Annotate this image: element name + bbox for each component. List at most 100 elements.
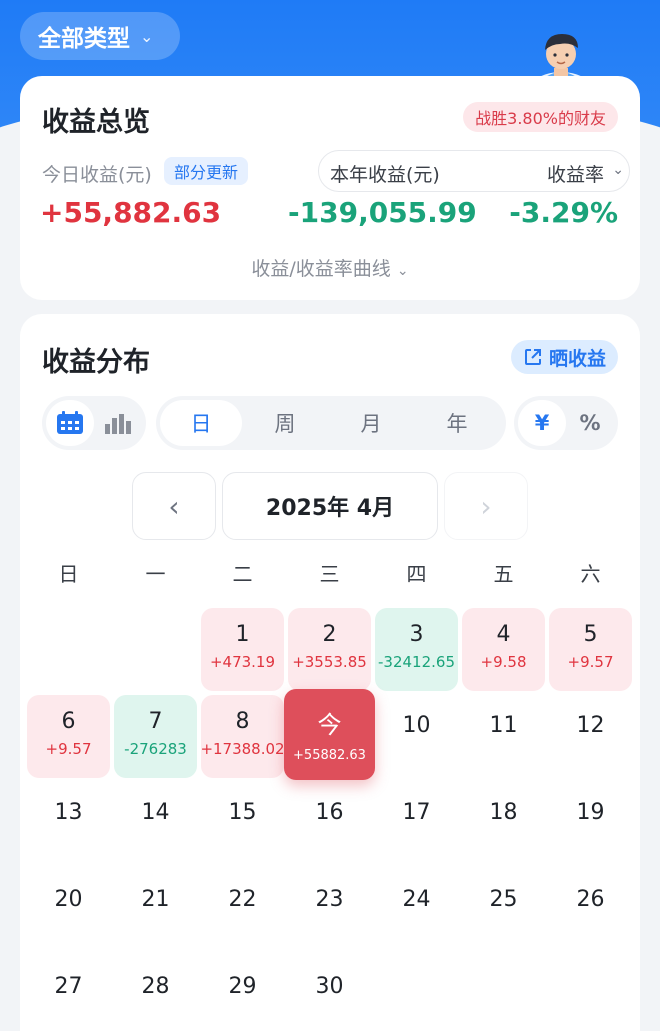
calendar-day[interactable]: 22 xyxy=(201,869,284,952)
bar-chart-view-option[interactable] xyxy=(94,400,142,446)
partial-update-tag[interactable]: 部分更新 xyxy=(164,157,249,185)
calendar-day-number: 1 xyxy=(235,622,250,647)
weekday-header: 日 一 二 三 四 五 六 xyxy=(25,558,635,588)
calendar-day[interactable]: 11 xyxy=(462,695,545,778)
calendar-day[interactable]: 2 +3553.85 xyxy=(288,608,371,691)
calendar-day[interactable]: 6 +9.57 xyxy=(27,695,110,778)
chevron-down-icon: ⌄ xyxy=(140,26,154,46)
month-label[interactable]: 2025年 4月 xyxy=(222,472,438,540)
calendar-day[interactable]: 10 xyxy=(375,695,458,778)
calendar-day-number: 27 xyxy=(54,974,83,999)
view-toggle xyxy=(42,396,146,450)
period-option-year[interactable]: 年 xyxy=(416,400,498,446)
weekday-label: 一 xyxy=(145,562,166,586)
calendar-day-value: +473.19 xyxy=(209,653,276,671)
calendar-day[interactable]: 13 xyxy=(27,782,110,865)
weekday-label: 三 xyxy=(319,562,340,586)
calendar-day[interactable]: 3 -32412.65 xyxy=(375,608,458,691)
calendar-day[interactable]: 26 xyxy=(549,869,632,952)
chevron-right-icon: › xyxy=(480,489,492,523)
chevron-down-icon[interactable]: ⌄ xyxy=(612,162,624,178)
calendar-day[interactable]: 30 xyxy=(288,956,371,1031)
type-select-label: 全部类型 xyxy=(38,26,130,52)
period-option-week[interactable]: 周 xyxy=(244,400,326,446)
calendar-day-number: 12 xyxy=(576,713,605,738)
calendar-day-value: +3553.85 xyxy=(292,653,367,671)
share-income-button[interactable]: 晒收益 xyxy=(510,340,618,374)
calendar-day[interactable]: 23 xyxy=(288,869,371,952)
calendar-day[interactable]: 19 xyxy=(549,782,632,865)
return-rate-value: -3.29% xyxy=(509,196,618,229)
calendar-day[interactable]: 27 xyxy=(27,956,110,1031)
year-income-label[interactable]: 本年收益(元) xyxy=(330,160,440,187)
calendar-day[interactable]: 15 xyxy=(201,782,284,865)
year-income-value: -139,055.99 xyxy=(288,196,477,229)
calendar-day-number: 19 xyxy=(576,800,605,825)
curve-link-label: 收益/收益率曲线 xyxy=(251,258,391,280)
calendar-day[interactable]: 18 xyxy=(462,782,545,865)
period-option-day[interactable]: 日 xyxy=(160,400,242,446)
weekday-label: 二 xyxy=(232,562,253,586)
calendar-day-number: 22 xyxy=(228,887,257,912)
calendar-day-number: 4 xyxy=(496,622,511,647)
calendar-day[interactable]: 20 xyxy=(27,869,110,952)
calendar-day-value: -276283 xyxy=(124,740,187,758)
calendar-day-value: +55882.63 xyxy=(293,748,366,763)
weekday-label: 五 xyxy=(493,562,514,586)
calendar-day-number: 21 xyxy=(141,887,170,912)
calendar-day[interactable]: 5 +9.57 xyxy=(549,608,632,691)
calendar-day[interactable]: 7 -276283 xyxy=(114,695,197,778)
weekday-label: 四 xyxy=(406,562,427,586)
calendar-day[interactable]: 4 +9.58 xyxy=(462,608,545,691)
unit-option-yuan[interactable]: ¥ xyxy=(518,400,566,446)
calendar-day[interactable]: 25 xyxy=(462,869,545,952)
calendar-day[interactable]: 29 xyxy=(201,956,284,1031)
calendar-day[interactable]: 8 +17388.02 xyxy=(200,695,285,778)
period-toggle: 日 周 月 年 xyxy=(156,396,506,450)
calendar-day[interactable]: 16 xyxy=(288,782,371,865)
calendar-view-option[interactable] xyxy=(46,400,94,446)
chevron-left-icon: ‹ xyxy=(168,489,180,523)
weekday-label: 日 xyxy=(58,562,79,586)
calendar-day[interactable]: 17 xyxy=(375,782,458,865)
share-label: 晒收益 xyxy=(548,347,606,370)
calendar-day-number: 18 xyxy=(489,800,518,825)
calendar-day-number: 24 xyxy=(402,887,431,912)
calendar-day-today[interactable]: 今 +55882.63 xyxy=(284,689,375,780)
overview-title: 收益总览 xyxy=(42,107,150,138)
calendar-day[interactable]: 24 xyxy=(375,869,458,952)
calendar-icon xyxy=(57,411,83,434)
next-month-button[interactable]: › xyxy=(444,472,528,540)
calendar-day-number: 30 xyxy=(315,974,344,999)
calendar-day-number: 3 xyxy=(409,622,424,647)
calendar-day-number: 2 xyxy=(322,622,337,647)
calendar-day-number: 23 xyxy=(315,887,344,912)
calendar-day-number: 8 xyxy=(235,709,250,734)
calendar-day[interactable]: 14 xyxy=(114,782,197,865)
calendar-day[interactable]: 1 +473.19 xyxy=(201,608,284,691)
unit-option-percent[interactable]: % xyxy=(566,400,614,446)
return-rate-label[interactable]: 收益率 xyxy=(547,160,604,187)
today-income-value: +55,882.63 xyxy=(40,196,222,229)
calendar-day-number: 7 xyxy=(148,709,163,734)
calendar-day-number: 25 xyxy=(489,887,518,912)
calendar-day-number: 26 xyxy=(576,887,605,912)
period-option-month[interactable]: 月 xyxy=(330,400,412,446)
share-icon xyxy=(524,349,541,365)
calendar-day[interactable]: 28 xyxy=(114,956,197,1031)
calendar-day-value: -32412.65 xyxy=(378,653,455,671)
calendar-day-number: 15 xyxy=(228,800,257,825)
curve-toggle-link[interactable]: 收益/收益率曲线 ⌄ xyxy=(20,254,640,281)
calendar-day-number: 16 xyxy=(315,800,344,825)
calendar-day-number: 17 xyxy=(402,800,431,825)
calendar-day-number: 29 xyxy=(228,974,257,999)
calendar-day-number: 20 xyxy=(54,887,83,912)
calendar-day[interactable]: 21 xyxy=(114,869,197,952)
calendar-day-value: +17388.02 xyxy=(200,740,285,758)
calendar-day-number: 13 xyxy=(54,800,83,825)
calendar-day-number: 5 xyxy=(583,622,598,647)
type-select-dropdown[interactable]: 全部类型 ⌄ xyxy=(20,12,180,60)
distribution-card: 收益分布 晒收益 日 周 月 年 ¥ % ‹ 2025年 4月 › 日 一 二 … xyxy=(20,314,640,1031)
prev-month-button[interactable]: ‹ xyxy=(132,472,216,540)
calendar-day[interactable]: 12 xyxy=(549,695,632,778)
